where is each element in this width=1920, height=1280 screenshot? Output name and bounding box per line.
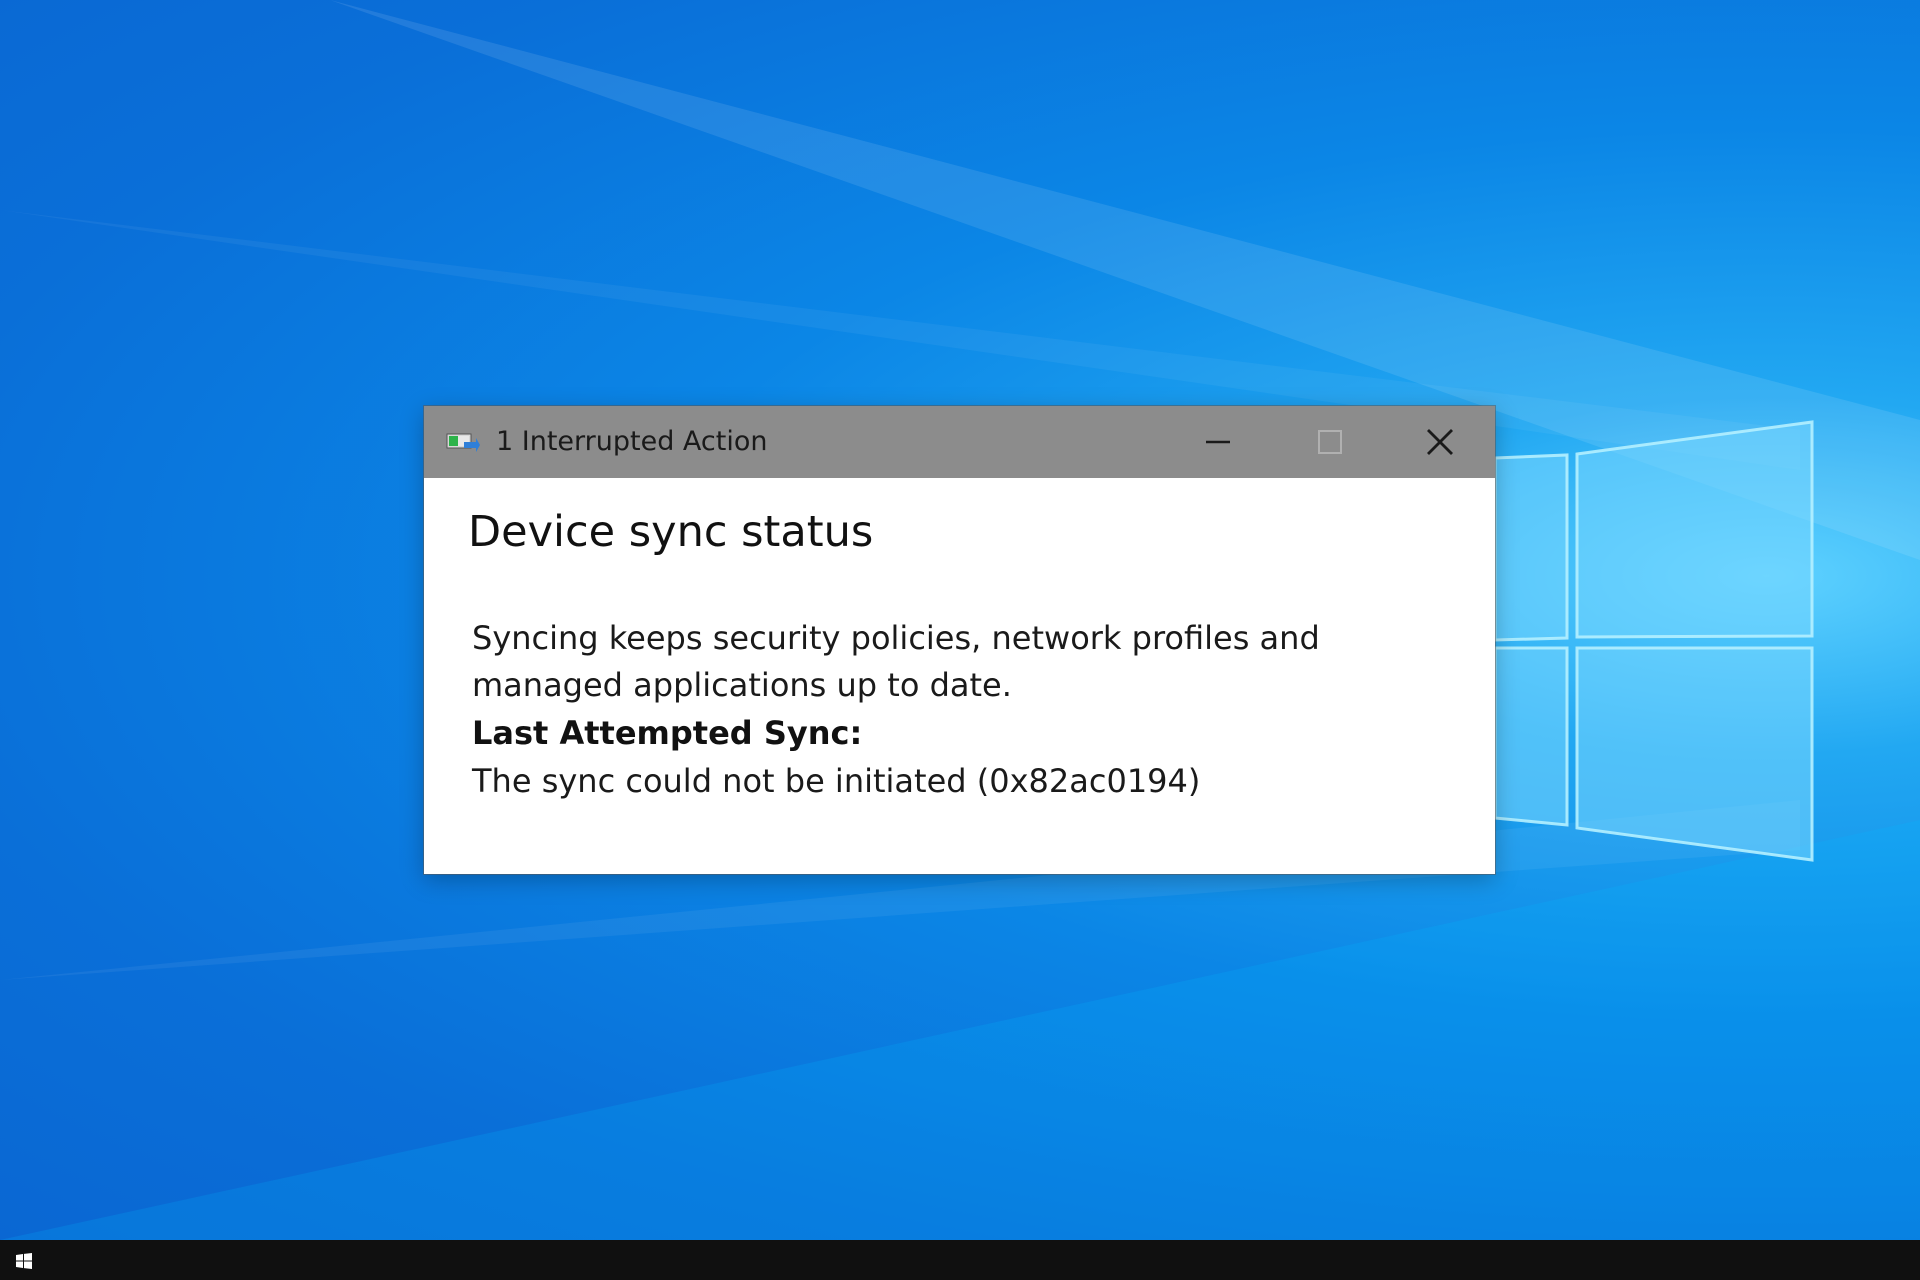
- window-title: 1 Interrupted Action: [496, 426, 768, 457]
- sync-dialog-window: 1 Interrupted Action Device sync status: [424, 406, 1495, 874]
- last-sync-label: Last Attempted Sync:: [472, 714, 863, 752]
- maximize-button[interactable]: [1276, 406, 1384, 478]
- dialog-heading: Device sync status: [468, 507, 874, 557]
- last-sync-status: The sync could not be initiated (0x82ac0…: [472, 762, 1201, 800]
- sync-description: Syncing keeps security policies, network…: [472, 619, 1320, 704]
- start-button[interactable]: [0, 1240, 48, 1280]
- taskbar: [0, 1240, 1920, 1280]
- sync-app-icon: [446, 433, 480, 452]
- minimize-icon: [1206, 440, 1230, 444]
- dialog-content: Device sync status Syncing keeps securit…: [424, 478, 1495, 874]
- title-bar[interactable]: 1 Interrupted Action: [424, 406, 1495, 478]
- close-button[interactable]: [1386, 406, 1494, 478]
- desktop: 1 Interrupted Action Device sync status: [0, 0, 1920, 1280]
- windows-start-icon: [16, 1253, 32, 1269]
- maximize-icon: [1318, 430, 1342, 454]
- close-icon: [1427, 429, 1453, 455]
- minimize-button[interactable]: [1164, 406, 1272, 478]
